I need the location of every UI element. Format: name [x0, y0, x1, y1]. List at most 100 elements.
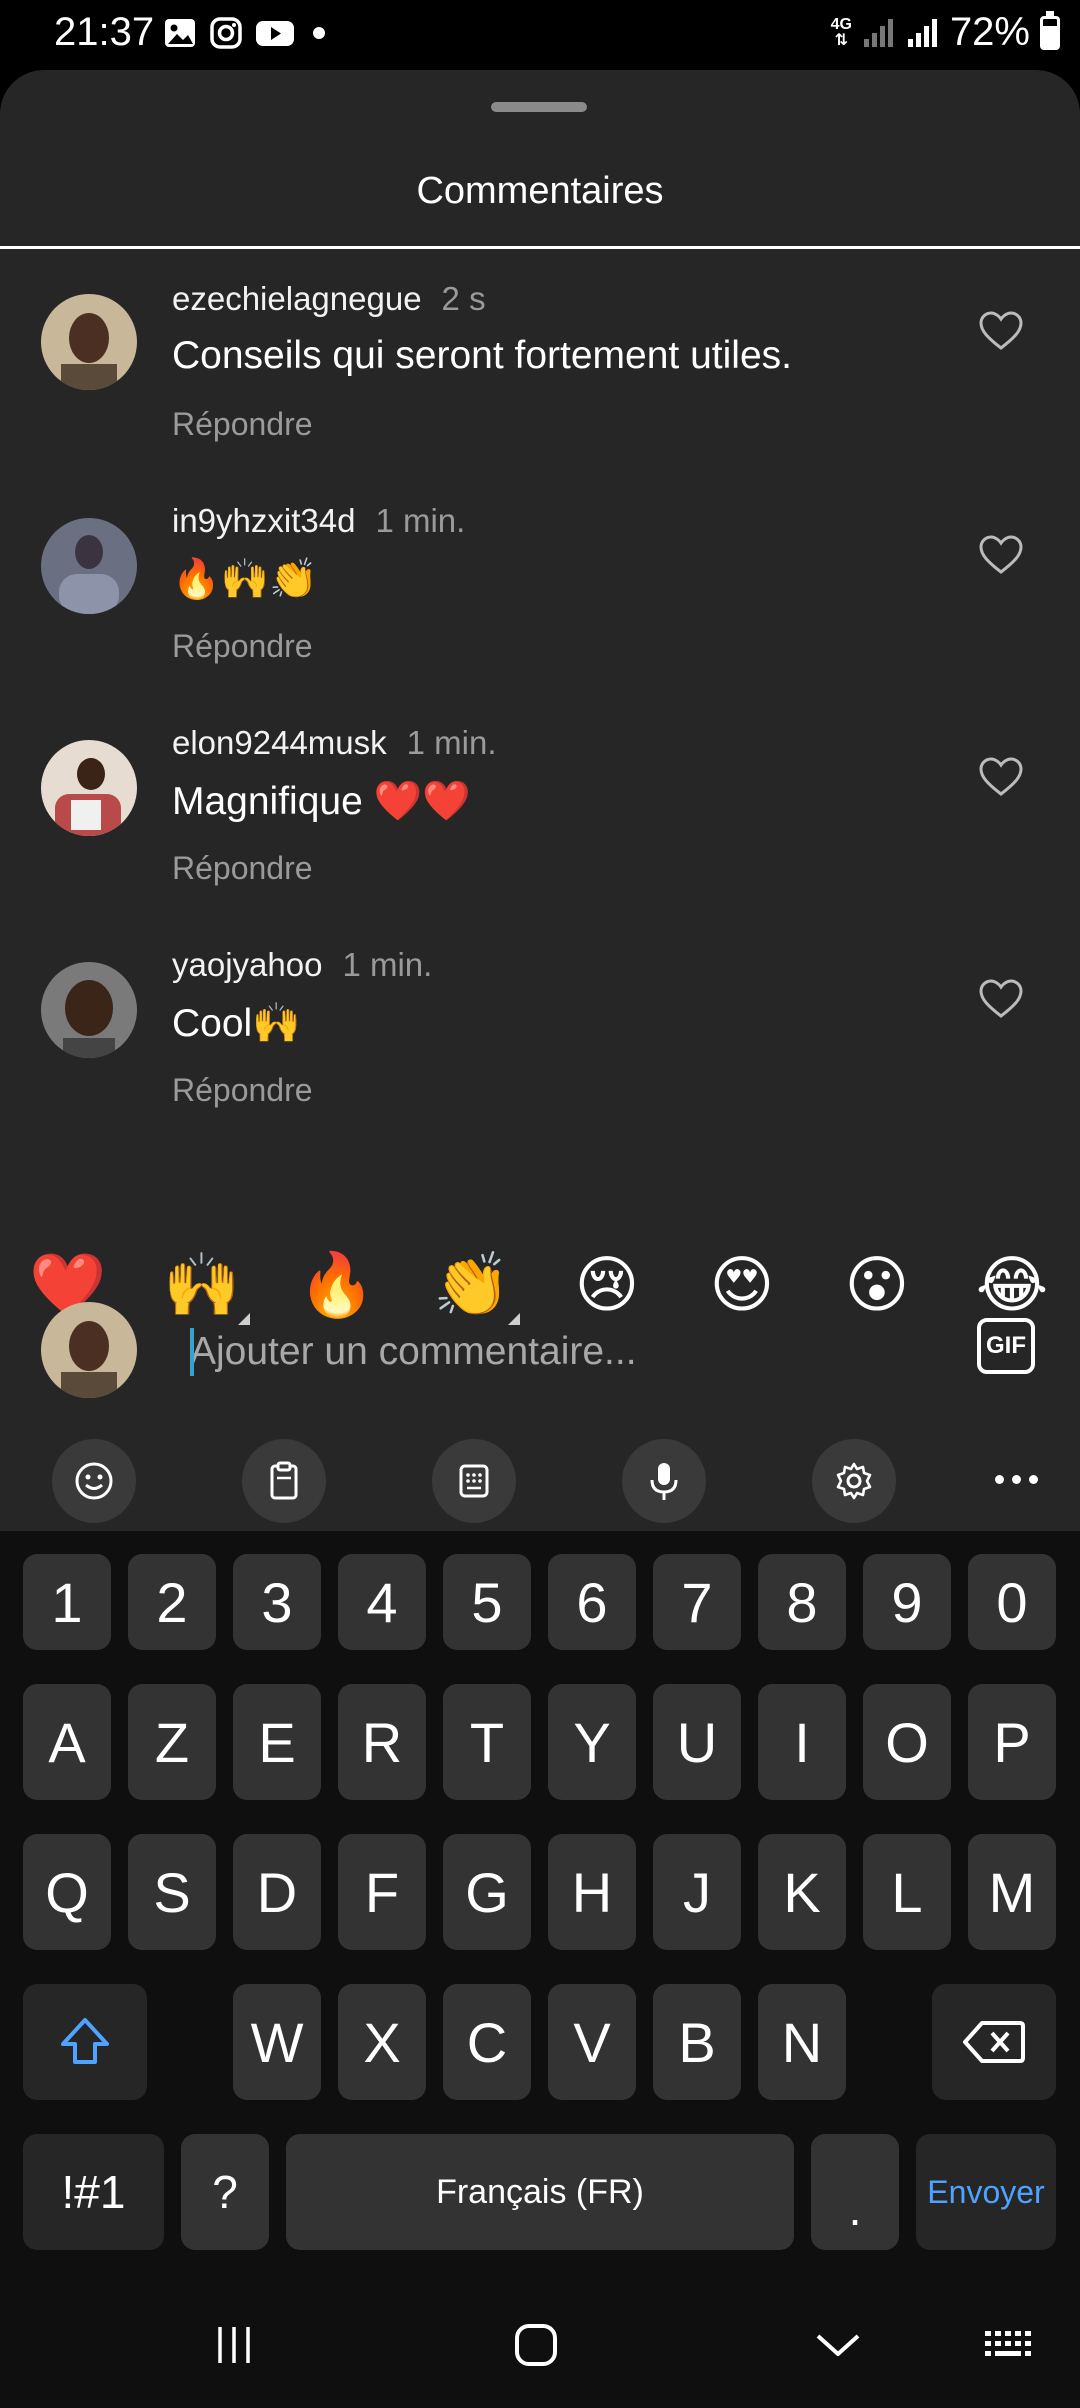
comment-text: Magnifique ❤️❤️ [172, 780, 471, 823]
key-5[interactable]: 5 [443, 1554, 531, 1650]
voice-input-button[interactable] [622, 1439, 706, 1523]
reply-button[interactable]: Répondre [172, 850, 313, 887]
key-s[interactable]: S [128, 1834, 216, 1950]
send-key[interactable]: Envoyer [916, 2134, 1056, 2250]
key-e[interactable]: E [233, 1684, 321, 1800]
keyboard-icon [985, 2331, 1031, 2356]
avatar[interactable] [41, 518, 137, 614]
key-w[interactable]: W [233, 1984, 321, 2100]
recent-apps-icon [218, 2327, 250, 2363]
comment-time: 1 min. [375, 502, 466, 539]
key-7[interactable]: 7 [653, 1554, 741, 1650]
like-heart-icon[interactable] [978, 978, 1024, 1020]
reply-button[interactable]: Répondre [172, 1072, 313, 1109]
comment-time: 1 min. [342, 946, 433, 983]
key-c[interactable]: C [443, 1984, 531, 2100]
reply-button[interactable]: Répondre [172, 406, 313, 443]
key-t[interactable]: T [443, 1684, 531, 1800]
comment-username[interactable]: ezechielagnegue [172, 280, 422, 317]
keyboard-layout-button[interactable] [432, 1439, 516, 1523]
comment-input-row: GIF [0, 1283, 1080, 1413]
chevron-down-icon [816, 2334, 860, 2356]
key-x[interactable]: X [338, 1984, 426, 2100]
key-r[interactable]: R [338, 1684, 426, 1800]
key-b[interactable]: B [653, 1984, 741, 2100]
key-1[interactable]: 1 [23, 1554, 111, 1650]
keyboard-settings-button[interactable] [812, 1439, 896, 1523]
key-l[interactable]: L [863, 1834, 951, 1950]
key-4[interactable]: 4 [338, 1554, 426, 1650]
space-key[interactable]: Français (FR) [286, 2134, 794, 2250]
key-0[interactable]: 0 [968, 1554, 1056, 1650]
recent-apps-button[interactable] [194, 2310, 274, 2380]
key-u[interactable]: U [653, 1684, 741, 1800]
avatar[interactable] [41, 962, 137, 1058]
drag-handle[interactable] [491, 102, 587, 112]
like-heart-icon[interactable] [978, 756, 1024, 798]
emoji-panel-button[interactable] [52, 1439, 136, 1523]
comment-text: Conseils qui seront fortement utiles. [172, 334, 792, 377]
clipboard-button[interactable] [242, 1439, 326, 1523]
keyboard: 1 2 3 4 5 6 7 8 9 0 A Z E R T Y U I O P … [0, 1531, 1080, 2282]
key-f[interactable]: F [338, 1834, 426, 1950]
key-3[interactable]: 3 [233, 1554, 321, 1650]
instagram-icon [210, 17, 242, 49]
hide-keyboard-button[interactable] [798, 2310, 878, 2380]
shift-key[interactable] [23, 1984, 147, 2100]
key-2[interactable]: 2 [128, 1554, 216, 1650]
my-avatar [41, 1302, 137, 1398]
key-y[interactable]: Y [548, 1684, 636, 1800]
key-m[interactable]: M [968, 1834, 1056, 1950]
key-p[interactable]: P [968, 1684, 1056, 1800]
gallery-icon [165, 19, 195, 47]
key-i[interactable]: I [758, 1684, 846, 1800]
status-right: 4G ⇅ 72% [831, 10, 1060, 55]
comment-header: yaojyahoo 1 min. [172, 946, 432, 984]
key-g[interactable]: G [443, 1834, 531, 1950]
key-o[interactable]: O [863, 1684, 951, 1800]
like-heart-icon[interactable] [978, 310, 1024, 352]
sheet-title: Commentaires [416, 170, 664, 212]
battery-percent: 72% [949, 10, 1030, 54]
comments-sheet: Commentaires ezechielagnegue 2 s Conseils… [0, 70, 1080, 1532]
comment-username[interactable]: elon9244musk [172, 724, 387, 761]
key-a[interactable]: A [23, 1684, 111, 1800]
key-v[interactable]: V [548, 1984, 636, 2100]
microphone-icon [650, 1463, 678, 1500]
key-k[interactable]: K [758, 1834, 846, 1950]
key-8[interactable]: 8 [758, 1554, 846, 1650]
reply-button[interactable]: Répondre [172, 628, 313, 665]
home-button[interactable] [496, 2310, 576, 2380]
key-d[interactable]: D [233, 1834, 321, 1950]
text-cursor [190, 1328, 194, 1376]
avatar[interactable] [41, 740, 137, 836]
key-z[interactable]: Z [128, 1684, 216, 1800]
question-key[interactable]: ? [181, 2134, 269, 2250]
comment-item: in9yhzxit34d 1 min. 🔥🙌👏 Répondre [0, 502, 1080, 724]
comment-header: ezechielagnegue 2 s [172, 280, 486, 318]
comment-username[interactable]: in9yhzxit34d [172, 502, 355, 539]
key-9[interactable]: 9 [863, 1554, 951, 1650]
key-6[interactable]: 6 [548, 1554, 636, 1650]
period-key[interactable]: . [811, 2134, 899, 2250]
comment-header: in9yhzxit34d 1 min. [172, 502, 465, 540]
more-notifications-dot [313, 27, 325, 39]
symbols-key[interactable]: !#1 [23, 2134, 164, 2250]
comment-input[interactable] [190, 1323, 950, 1381]
divider [0, 246, 1080, 249]
key-j[interactable]: J [653, 1834, 741, 1950]
like-heart-icon[interactable] [978, 534, 1024, 576]
navigation-bar [0, 2282, 1080, 2408]
more-options-icon[interactable] [976, 1449, 1056, 1509]
comment-time: 1 min. [406, 724, 497, 761]
key-n[interactable]: N [758, 1984, 846, 2100]
keyboard-switch-button[interactable] [970, 2310, 1050, 2380]
backspace-icon [963, 2021, 1025, 2063]
comment-username[interactable]: yaojyahoo [172, 946, 322, 983]
comment-header: elon9244musk 1 min. [172, 724, 497, 762]
key-h[interactable]: H [548, 1834, 636, 1950]
avatar[interactable] [41, 294, 137, 390]
gif-button[interactable]: GIF [977, 1318, 1035, 1374]
key-q[interactable]: Q [23, 1834, 111, 1950]
backspace-key[interactable] [932, 1984, 1056, 2100]
